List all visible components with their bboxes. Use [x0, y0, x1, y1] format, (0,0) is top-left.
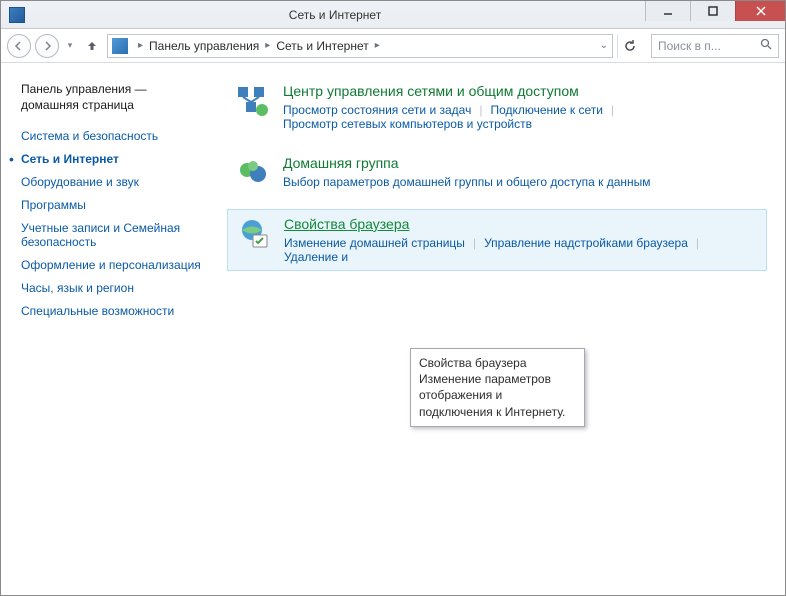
breadcrumb-root[interactable]: Панель управления: [149, 39, 259, 53]
maximize-button[interactable]: [690, 1, 735, 21]
chevron-right-icon: ▸: [261, 40, 274, 51]
main-panel: Центр управления сетями и общим доступом…: [217, 63, 785, 595]
chevron-right-icon: ▸: [371, 40, 384, 51]
link-homegroup-settings[interactable]: Выбор параметров домашней группы и общег…: [283, 175, 651, 189]
network-sharing-icon: [235, 83, 271, 119]
minimize-button[interactable]: [645, 1, 690, 21]
back-button[interactable]: [7, 34, 31, 58]
category-list: Система и безопасность Сеть и Интернет О…: [21, 129, 207, 318]
sidebar-item-clock[interactable]: Часы, язык и регион: [21, 281, 207, 295]
search-input[interactable]: Поиск в п...: [651, 34, 779, 58]
homegroup-title[interactable]: Домашняя группа: [283, 155, 651, 171]
sidebar-item-network[interactable]: Сеть и Интернет: [21, 152, 207, 166]
section-browser-properties: Свойства браузера Изменение домашней стр…: [227, 209, 767, 271]
section-homegroup: Домашняя группа Выбор параметров домашне…: [227, 149, 767, 197]
sidebar-item-programs[interactable]: Программы: [21, 198, 207, 212]
search-placeholder: Поиск в п...: [658, 39, 721, 53]
toolbar: ▾ ▸ Панель управления ▸ Сеть и Интернет …: [1, 29, 785, 63]
history-dropdown[interactable]: ▾: [63, 34, 77, 58]
link-connect-network[interactable]: Подключение к сети: [490, 103, 602, 117]
browser-properties-icon: [236, 216, 272, 252]
browser-properties-title[interactable]: Свойства браузера: [284, 216, 707, 232]
sidebar-item-hardware[interactable]: Оборудование и звук: [21, 175, 207, 189]
network-sharing-title[interactable]: Центр управления сетями и общим доступом: [283, 83, 622, 99]
breadcrumb-current[interactable]: Сеть и Интернет: [276, 39, 368, 53]
sidebar-item-accounts[interactable]: Учетные записи и Семейная безопасность: [21, 221, 207, 249]
search-icon: [760, 38, 772, 53]
titlebar: Сеть и Интернет: [1, 1, 785, 29]
chevron-down-icon[interactable]: ⌄: [600, 40, 608, 51]
link-view-status[interactable]: Просмотр состояния сети и задач: [283, 103, 471, 117]
homegroup-icon: [235, 155, 271, 191]
sidebar-item-appearance[interactable]: Оформление и персонализация: [21, 258, 207, 272]
app-icon: [9, 7, 25, 23]
sidebar: Панель управления — домашняя страница Си…: [1, 63, 217, 595]
up-button[interactable]: [81, 35, 103, 57]
sidebar-item-accessibility[interactable]: Специальные возможности: [21, 304, 207, 318]
tooltip-title: Свойства браузера: [419, 355, 576, 371]
refresh-button[interactable]: [617, 34, 641, 58]
link-delete-history[interactable]: Удаление и: [284, 250, 348, 264]
control-panel-window: Сеть и Интернет ▾ ▸ Панель управления ▸ …: [0, 0, 786, 596]
content-area: Панель управления — домашняя страница Си…: [1, 63, 785, 595]
link-change-homepage[interactable]: Изменение домашней страницы: [284, 236, 465, 250]
close-button[interactable]: [735, 1, 785, 21]
forward-button[interactable]: [35, 34, 59, 58]
control-panel-home[interactable]: Панель управления — домашняя страница: [21, 81, 207, 113]
sidebar-item-system[interactable]: Система и безопасность: [21, 129, 207, 143]
link-view-devices[interactable]: Просмотр сетевых компьютеров и устройств: [283, 117, 532, 131]
control-panel-icon: [112, 38, 128, 54]
chevron-right-icon: ▸: [134, 40, 147, 51]
window-controls: [645, 1, 785, 28]
breadcrumb[interactable]: ▸ Панель управления ▸ Сеть и Интернет ▸ …: [107, 34, 613, 58]
tooltip-body: Изменение параметров отображения и подкл…: [419, 371, 576, 420]
tooltip: Свойства браузера Изменение параметров о…: [410, 348, 585, 427]
link-manage-addons[interactable]: Управление надстройками браузера: [484, 236, 688, 250]
window-title: Сеть и Интернет: [25, 8, 645, 22]
section-network-sharing: Центр управления сетями и общим доступом…: [227, 77, 767, 137]
